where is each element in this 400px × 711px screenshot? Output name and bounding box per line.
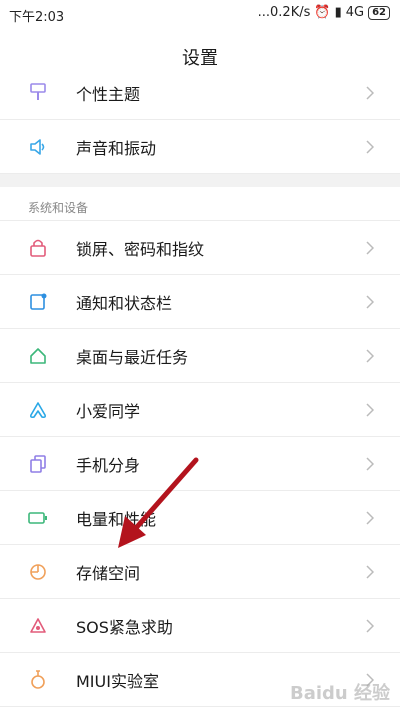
settings-item-theme[interactable]: 个性主题 (0, 66, 400, 120)
battery-icon (28, 508, 48, 528)
chevron-right-icon (366, 294, 374, 309)
section-header: 系统和设备 (0, 187, 400, 221)
speaker-icon (28, 137, 48, 157)
settings-item-lockscreen[interactable]: 锁屏、密码和指纹 (0, 221, 400, 275)
settings-list: 个性主题 声音和振动 系统和设备 锁屏、密码和指纹 通知和状态栏 桌面与最近任务 (0, 66, 400, 707)
chevron-right-icon (366, 240, 374, 255)
settings-item-sound[interactable]: 声音和振动 (0, 120, 400, 174)
chevron-right-icon (366, 510, 374, 525)
chevron-right-icon (366, 564, 374, 579)
battery-level: 62 (368, 5, 390, 20)
status-bar: 下午2:03 ...0.2K/s ⏰ ▮ 4G 62 (0, 0, 400, 28)
settings-item-label: MIUI实验室 (76, 671, 159, 691)
brush-icon (28, 82, 48, 103)
xiaoai-icon (28, 400, 48, 420)
network-type: 4G (345, 5, 365, 20)
settings-item-battery[interactable]: 电量和性能 (0, 491, 400, 545)
settings-item-label: 桌面与最近任务 (76, 347, 189, 367)
settings-item-label: SOS紧急求助 (76, 617, 173, 637)
dual-phone-icon (28, 454, 48, 474)
chevron-right-icon (366, 402, 374, 417)
section-title: 系统和设备 (28, 201, 89, 215)
section-gap (0, 174, 400, 187)
settings-item-label: 存储空间 (76, 563, 141, 583)
signal-icon: ▮ (334, 5, 342, 20)
chevron-right-icon (366, 139, 374, 154)
network-speed: ...0.2K/s (257, 5, 311, 20)
status-time: 下午2:03 (9, 10, 65, 25)
sos-icon (28, 616, 48, 636)
chevron-right-icon (366, 85, 374, 100)
settings-item-label: 小爱同学 (76, 401, 141, 421)
settings-item-xiaoai[interactable]: 小爱同学 (0, 383, 400, 437)
storage-pie-icon (28, 562, 48, 582)
watermark: Baidu 经验 (289, 683, 390, 704)
settings-item-label: 手机分身 (76, 455, 141, 475)
settings-item-second-space[interactable]: 手机分身 (0, 437, 400, 491)
home-icon (28, 346, 48, 366)
settings-item-label: 通知和状态栏 (76, 293, 173, 313)
settings-item-label: 电量和性能 (76, 509, 157, 529)
alarm-icon: ⏰ (314, 5, 331, 20)
settings-item-storage[interactable]: 存储空间 (0, 545, 400, 599)
settings-item-label: 锁屏、密码和指纹 (76, 239, 205, 259)
chevron-right-icon (366, 348, 374, 363)
lock-icon (28, 238, 48, 258)
settings-item-label: 个性主题 (76, 84, 141, 104)
chevron-right-icon (366, 456, 374, 471)
settings-item-notifications[interactable]: 通知和状态栏 (0, 275, 400, 329)
notification-icon (28, 292, 48, 312)
chevron-right-icon (366, 618, 374, 633)
flask-icon (28, 669, 48, 690)
status-right: ...0.2K/s ⏰ ▮ 4G 62 (258, 5, 390, 20)
settings-item-sos[interactable]: SOS紧急求助 (0, 599, 400, 653)
settings-item-label: 声音和振动 (76, 138, 157, 158)
settings-item-desktop[interactable]: 桌面与最近任务 (0, 329, 400, 383)
